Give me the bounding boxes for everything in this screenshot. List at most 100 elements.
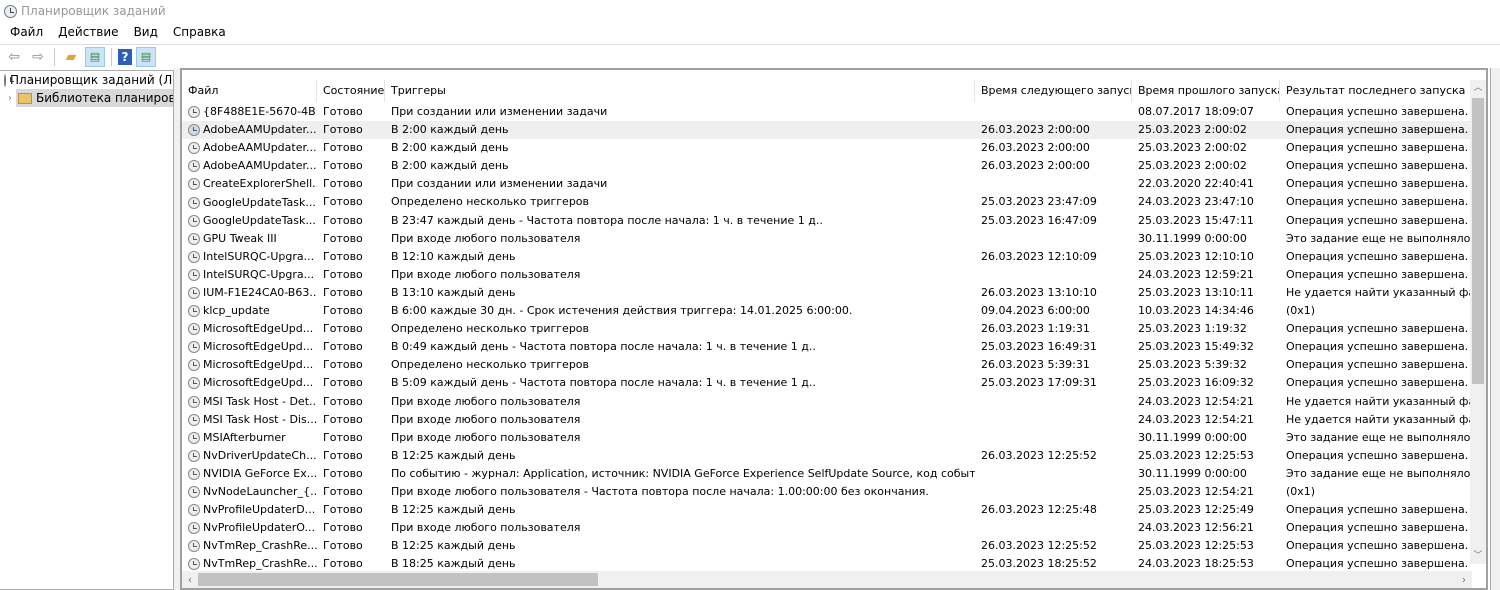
task-name-text: CreateExplorerShell...: [203, 177, 317, 191]
table-row[interactable]: klcp_update Готово В 6:00 каждые 30 дн. - …: [182, 302, 1472, 320]
table-row[interactable]: AdobeAAMUpdater... Готово В 2:00 каждый де…: [182, 121, 1472, 140]
forward-arrow-icon[interactable]: ⇨: [28, 47, 48, 67]
column-header-last-result[interactable]: Результат последнего запуска: [1280, 80, 1472, 102]
task-name-text: IntelSURQC-Upgra...: [203, 267, 315, 281]
task-icon: [188, 431, 200, 444]
column-header-last-run[interactable]: Время прошлого запуска: [1132, 80, 1280, 102]
table-row[interactable]: NvTmRep_CrashRe... Готово В 12:25 каждый д…: [182, 537, 1472, 555]
task-status: Готово: [323, 231, 363, 245]
task-name: GoogleUpdateTask...: [182, 212, 317, 230]
task-status: Готово: [323, 322, 363, 336]
table-row[interactable]: MSI Task Host - Det... Готово При входе лю…: [182, 393, 1472, 411]
table-row[interactable]: {8F488E1E-5670-4B... Готово При создании и…: [182, 103, 1472, 121]
task-icon: [188, 178, 200, 191]
scroll-left-icon[interactable]: ‹: [182, 571, 198, 587]
task-icon: [188, 377, 200, 390]
task-last-run: 25.03.2023 13:10:11: [1138, 285, 1254, 299]
task-name-text: AdobeAAMUpdater...: [203, 123, 317, 137]
table-row[interactable]: MicrosoftEdgeUpd... Готово Определено неск…: [182, 356, 1472, 374]
task-last-run: 25.03.2023 2:00:02: [1138, 141, 1247, 155]
task-next-run: 09.04.2023 6:00:00: [981, 304, 1090, 318]
table-row[interactable]: MSIAfterburner Готово При входе любого пол…: [182, 429, 1472, 447]
task-triggers: В 23:47 каждый день - Частота повтора по…: [391, 213, 823, 227]
table-row[interactable]: IntelSURQC-Upgra... Готово При входе любог…: [182, 266, 1472, 284]
table-row[interactable]: NvDriverUpdateCh... Готово В 12:25 каждый …: [182, 447, 1472, 465]
scrollbar-thumb[interactable]: [1472, 98, 1484, 384]
task-status: Готово: [323, 177, 363, 191]
chevron-right-icon[interactable]: ›: [0, 93, 12, 104]
column-header-triggers[interactable]: Триггеры: [385, 80, 975, 102]
task-name-text: MSI Task Host - Dis...: [203, 412, 317, 426]
tree-root[interactable]: Планировщик заданий (Локальный): [0, 71, 173, 89]
task-triggers: В 12:25 каждый день: [391, 448, 516, 462]
column-header-next-run[interactable]: Время следующего запуска: [975, 80, 1132, 102]
table-row[interactable]: GoogleUpdateTask... Готово В 23:47 каждый …: [182, 212, 1472, 230]
menu-view[interactable]: Вид: [134, 25, 158, 39]
task-name: IUM-F1E24CA0-B63...: [182, 284, 317, 302]
column-header-name[interactable]: Файл: [182, 80, 317, 102]
table-row[interactable]: NvProfileUpdaterO... Готово При входе любо…: [182, 519, 1472, 537]
task-name: MicrosoftEdgeUpd...: [182, 356, 317, 374]
help-icon[interactable]: ?: [118, 48, 132, 65]
task-last-run: 25.03.2023 12:25:53: [1138, 448, 1254, 462]
scrollbar-thumb[interactable]: [198, 573, 598, 586]
task-triggers: При создании или изменении задачи: [391, 177, 608, 191]
task-name: NvDriverUpdateCh...: [182, 447, 317, 465]
menu-help[interactable]: Справка: [173, 25, 226, 39]
table-row[interactable]: GPU Tweak III Готово При входе любого поль…: [182, 230, 1472, 248]
table-row[interactable]: NVIDIA GeForce Ex... Готово По событию - ж…: [182, 465, 1472, 483]
task-next-run: 25.03.2023 23:47:09: [981, 195, 1097, 209]
task-status: Готово: [323, 159, 363, 173]
table-row[interactable]: MSI Task Host - Dis... Готово При входе лю…: [182, 411, 1472, 429]
task-last-result: Операция успешно завершена. (0x0): [1286, 358, 1472, 372]
task-triggers: В 5:09 каждый день - Частота повтора пос…: [391, 376, 816, 390]
menu-file[interactable]: Файл: [10, 25, 43, 39]
table-row[interactable]: MicrosoftEdgeUpd... Готово В 5:09 каждый д…: [182, 374, 1472, 392]
task-last-run: 25.03.2023 15:49:32: [1138, 340, 1254, 354]
scroll-down-icon[interactable]: ﹀: [1470, 548, 1486, 564]
up-folder-icon[interactable]: ▰: [61, 47, 81, 67]
tree-library[interactable]: Библиотека планировщика заданий: [16, 89, 173, 107]
show-console-tree-icon[interactable]: ▤: [85, 46, 105, 67]
back-arrow-icon[interactable]: ⇦: [4, 47, 24, 67]
horizontal-scrollbar[interactable]: ‹ ›: [182, 571, 1472, 588]
task-last-result: Операция успешно завершена. (0x0): [1286, 322, 1472, 336]
task-next-run: 26.03.2023 5:39:31: [981, 358, 1090, 372]
task-name-text: NvNodeLauncher_{...: [203, 485, 317, 499]
table-row[interactable]: NvNodeLauncher_{... Готово При входе любог…: [182, 483, 1472, 501]
toolbar-divider: [111, 47, 112, 66]
task-triggers: При входе любого пользователя: [391, 430, 581, 444]
task-name: klcp_update: [182, 302, 317, 320]
task-triggers: В 2:00 каждый день: [391, 159, 509, 173]
task-last-run: 30.11.1999 0:00:00: [1138, 231, 1247, 245]
table-row[interactable]: AdobeAAMUpdater... Готово В 2:00 каждый де…: [182, 157, 1472, 175]
task-name-text: NvTmRep_CrashRe...: [203, 539, 317, 553]
task-icon: [188, 341, 200, 354]
task-name: MSI Task Host - Det...: [182, 393, 317, 411]
table-row[interactable]: AdobeAAMUpdater... Готово В 2:00 каждый де…: [182, 139, 1472, 157]
table-row[interactable]: MicrosoftEdgeUpd... Готово Определено неск…: [182, 320, 1472, 338]
menu-action[interactable]: Действие: [58, 25, 118, 39]
table-row[interactable]: GoogleUpdateTask... Готово Определено неск…: [182, 193, 1472, 211]
task-name: GPU Tweak III: [182, 230, 317, 248]
toolbar-divider: [54, 47, 55, 66]
table-row[interactable]: IntelSURQC-Upgra... Готово В 12:10 каждый …: [182, 248, 1472, 266]
task-status: Готово: [323, 213, 363, 227]
task-status: Готово: [323, 466, 363, 480]
table-row[interactable]: NvProfileUpdaterD... Готово В 12:25 каждый…: [182, 501, 1472, 519]
task-next-run: [975, 103, 1132, 121]
table-row[interactable]: IUM-F1E24CA0-B63... Готово В 13:10 каждый …: [182, 284, 1472, 302]
scroll-up-icon[interactable]: ︿: [1470, 80, 1486, 96]
task-status: Готово: [323, 123, 363, 137]
table-row[interactable]: CreateExplorerShell... Готово При создании…: [182, 175, 1472, 193]
task-triggers: В 12:25 каждый день: [391, 539, 516, 553]
task-status: Готово: [323, 340, 363, 354]
column-header-status[interactable]: Состояние: [317, 80, 385, 102]
task-triggers: Определено несколько триггеров: [391, 195, 590, 209]
table-row[interactable]: MicrosoftEdgeUpd... Готово В 0:49 каждый д…: [182, 338, 1472, 356]
scroll-right-icon[interactable]: ›: [1456, 571, 1472, 587]
vertical-scrollbar[interactable]: ︿ ﹀: [1470, 80, 1486, 564]
task-status: Готово: [323, 430, 363, 444]
show-action-pane-icon[interactable]: ▤: [136, 46, 156, 67]
task-triggers: Определено несколько триггеров: [391, 322, 590, 336]
